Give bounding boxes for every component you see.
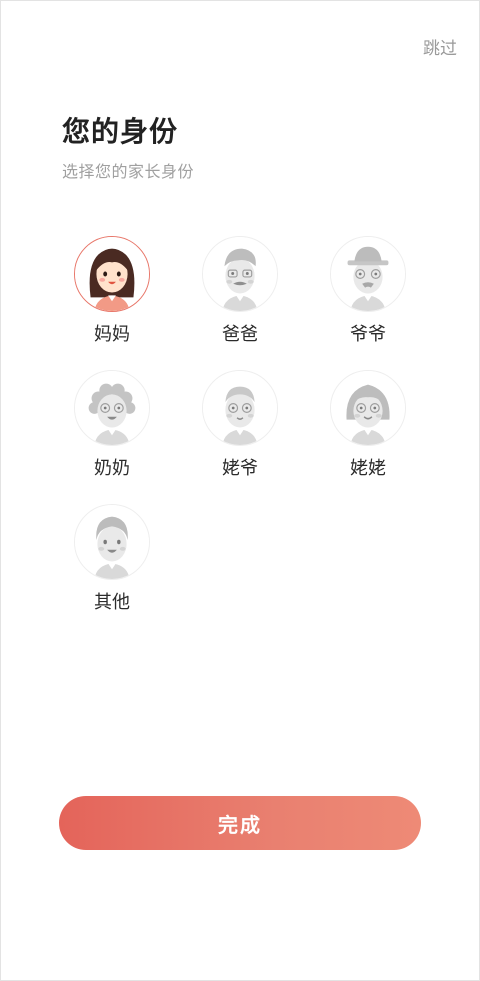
maternal-grandpa-avatar-icon <box>202 370 278 446</box>
option-label-maternal-grandpa: 姥爷 <box>222 458 258 479</box>
page-subtitle: 选择您的家长身份 <box>62 162 195 181</box>
identity-option-maternal-grandpa[interactable]: 姥爷 <box>195 370 285 480</box>
option-label-other: 其他 <box>94 592 130 613</box>
identity-option-dad[interactable]: 爸爸 <box>195 236 285 346</box>
option-label-dad: 爸爸 <box>222 324 258 345</box>
identity-option-grandpa[interactable]: 爷爷 <box>323 236 413 346</box>
option-label-grandpa: 爷爷 <box>350 324 386 345</box>
page-title: 您的身份 <box>62 115 179 148</box>
identity-option-other[interactable]: 其他 <box>67 504 157 614</box>
mom-avatar-icon <box>74 236 150 312</box>
skip-button[interactable]: 跳过 <box>423 34 457 59</box>
grandpa-avatar-icon <box>330 236 406 312</box>
option-label-grandma: 奶奶 <box>94 458 130 479</box>
grandma-avatar-icon <box>74 370 150 446</box>
identity-option-maternal-grandma[interactable]: 姥姥 <box>323 370 413 480</box>
maternal-grandma-avatar-icon <box>330 370 406 446</box>
option-label-maternal-grandma: 姥姥 <box>350 458 386 479</box>
identity-option-mom[interactable]: 妈妈 <box>67 236 157 346</box>
identity-option-grandma[interactable]: 奶奶 <box>67 370 157 480</box>
other-avatar-icon <box>74 504 150 580</box>
dad-avatar-icon <box>202 236 278 312</box>
done-button[interactable]: 完成 <box>59 796 421 850</box>
option-label-mom: 妈妈 <box>94 324 130 345</box>
